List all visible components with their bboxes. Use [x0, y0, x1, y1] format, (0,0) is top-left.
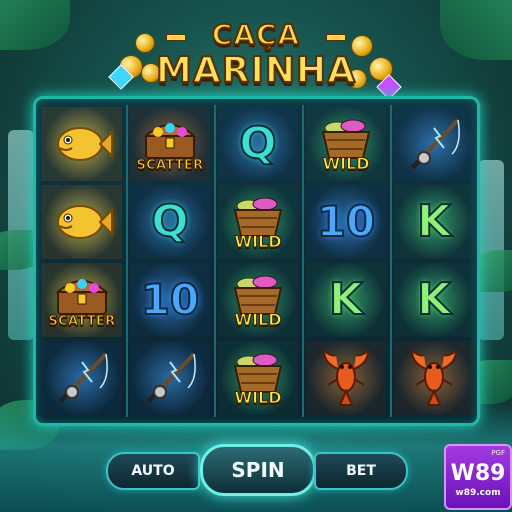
symbol-q-text: Q — [238, 118, 277, 169]
symbol-k-text: K — [416, 196, 452, 247]
fishing-rod-symbol — [42, 341, 122, 415]
wild-symbol: WILD — [218, 341, 298, 415]
symbol-10-text: 10 — [140, 275, 200, 324]
wild-symbol: WILD — [306, 107, 386, 181]
fishing-rod-symbol — [394, 107, 474, 181]
brand-badge[interactable]: PGF W89 w89.com — [444, 444, 512, 510]
control-bar: AUTO SPIN BET — [104, 444, 408, 496]
number-10-symbol: 10 — [130, 263, 210, 337]
fishing-rod-symbol — [130, 341, 210, 415]
treasure-chest-icon — [55, 278, 109, 315]
golden-fish-icon — [57, 127, 113, 161]
wild-label: WILD — [322, 153, 370, 173]
reel-2: SCATTER Q 10 — [128, 105, 212, 417]
number-10-symbol: 10 — [306, 185, 386, 259]
letter-q-symbol: Q — [130, 185, 210, 259]
wild-symbol: WILD — [218, 263, 298, 337]
title-line2: MARINHA — [155, 49, 356, 92]
lobster-icon — [410, 348, 458, 406]
lobster-symbol — [394, 341, 474, 415]
reel-frame: SCATTER SCATTER Q 10 Q WILD WILD WILD WI… — [33, 96, 480, 426]
game-title: CAÇA MARINHA — [108, 8, 404, 100]
scatter-label: SCATTER — [48, 313, 116, 329]
brand-url: w89.com — [455, 487, 501, 498]
lobster-symbol — [306, 341, 386, 415]
reel-3: Q WILD WILD WILD — [216, 105, 300, 417]
golden-fish-symbol — [42, 107, 122, 181]
symbol-q-text: Q — [150, 196, 189, 247]
brand-tag: PGF — [491, 449, 505, 457]
scatter-symbol: SCATTER — [130, 107, 210, 181]
brand-name: W89 — [450, 460, 506, 486]
spin-button[interactable]: SPIN — [200, 444, 316, 496]
fishing-rod-icon — [410, 118, 460, 170]
title-line1: CAÇA — [211, 17, 301, 52]
reel-4: WILD 10 K — [304, 105, 388, 417]
lobster-icon — [322, 348, 370, 406]
wild-symbol: WILD — [218, 185, 298, 259]
bet-button[interactable]: BET — [314, 452, 408, 490]
treasure-chest-icon — [143, 122, 197, 159]
letter-q-symbol: Q — [218, 107, 298, 181]
reel-1: SCATTER — [40, 105, 124, 417]
wild-label: WILD — [234, 387, 282, 407]
letter-k-symbol: K — [306, 263, 386, 337]
fishing-rod-icon — [146, 352, 196, 404]
symbol-k-text: K — [416, 274, 452, 325]
reel-5: K K — [392, 105, 476, 417]
scatter-symbol: SCATTER — [42, 263, 122, 337]
golden-fish-icon — [57, 205, 113, 239]
scatter-label: SCATTER — [136, 157, 204, 173]
letter-k-symbol: K — [394, 263, 474, 337]
wild-label: WILD — [234, 309, 282, 329]
symbol-k-text: K — [328, 274, 364, 325]
wild-label: WILD — [234, 231, 282, 251]
fishing-rod-icon — [58, 352, 108, 404]
auto-button[interactable]: AUTO — [106, 452, 200, 490]
golden-fish-symbol — [42, 185, 122, 259]
letter-k-symbol: K — [394, 185, 474, 259]
symbol-10-text: 10 — [316, 197, 376, 246]
